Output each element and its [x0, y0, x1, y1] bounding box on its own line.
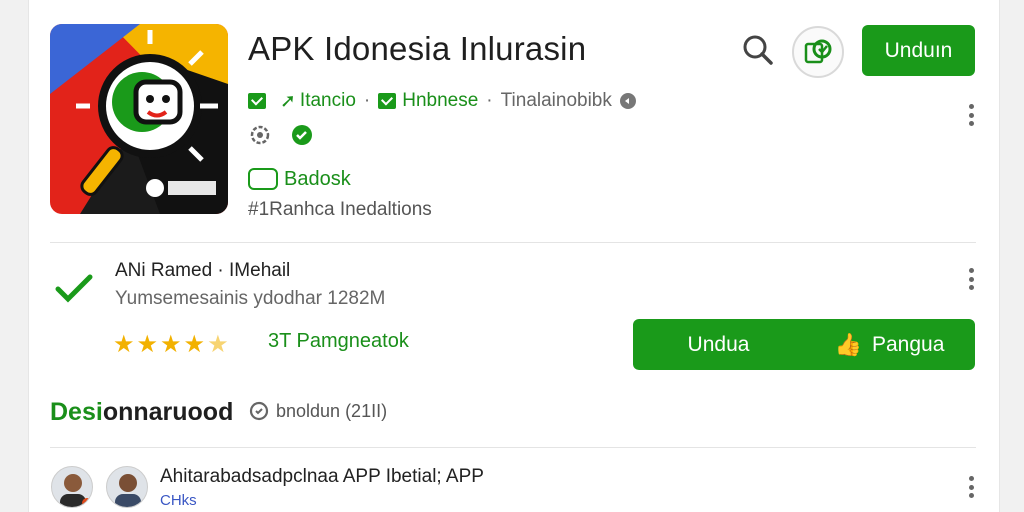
check-square-icon: [378, 93, 397, 109]
share-app-button[interactable]: 👍 Pangua: [804, 332, 975, 358]
install-button[interactable]: Unduın: [862, 25, 975, 76]
download-share-bar: Undua 👍 Pangua: [633, 319, 975, 370]
version-more-icon[interactable]: [961, 264, 981, 294]
news-title[interactable]: Ahitarabadsadpclnaa APP Ibetial; APP: [160, 466, 484, 488]
gear-icon[interactable]: [248, 123, 272, 147]
safe-check-icon: [292, 125, 312, 145]
news-more-icon[interactable]: [961, 472, 981, 502]
star-icon: ★: [160, 331, 182, 358]
avatar[interactable]: [51, 466, 93, 508]
share-button[interactable]: [792, 26, 844, 78]
app-meta-row: ➚ Itancio · Hnbnese · Tinalainobibk: [248, 88, 638, 114]
search-icon: [743, 35, 773, 65]
news-subtitle: CHks: [160, 492, 197, 509]
more-options-icon[interactable]: [961, 100, 981, 130]
share-app-label: Pangua: [872, 332, 945, 356]
rating-stars: ★ ★ ★ ★ ★: [113, 330, 229, 359]
app-title: APK Idonesia Inlurasin: [248, 30, 587, 67]
version-subtitle: Yumsemesainis ydodhar 1282M: [115, 288, 386, 309]
info-icon[interactable]: [618, 91, 638, 111]
rating-label[interactable]: 3T Pamgneatok: [268, 330, 409, 353]
download-button[interactable]: Undua: [633, 333, 804, 357]
star-icon: ★: [136, 331, 159, 358]
verified-icon: [248, 93, 266, 109]
app-status-icons: [248, 122, 314, 148]
comment-icon: [249, 401, 269, 421]
star-icon: ★: [183, 331, 206, 358]
installed-check-icon: [55, 274, 93, 303]
star-icon: ★: [113, 331, 135, 358]
section-heading-green: Desi: [50, 398, 103, 426]
separator: ·: [363, 90, 371, 111]
section-heading-dark: onnaruood: [102, 398, 234, 426]
share-icon: [804, 39, 832, 64]
badge-label: Badosk: [284, 167, 351, 190]
arrows-icon: ➚: [280, 90, 296, 112]
divider: [50, 447, 976, 448]
divider: [50, 242, 976, 243]
thumbs-up-icon: 👍: [834, 331, 862, 357]
search-button[interactable]: [738, 30, 778, 70]
section-heading: Desionnaruood: [50, 398, 233, 427]
discussion-meta-label: bnoldun (21II): [276, 400, 388, 421]
half-star-icon: ★: [207, 331, 229, 358]
app-tagline: #1Ranhca Inedaltions: [248, 199, 432, 220]
meta-tag-2[interactable]: Hnbnese: [402, 90, 478, 112]
meta-tag-1[interactable]: Itancio: [300, 90, 356, 112]
developer-name[interactable]: Tinalainobibk: [501, 90, 612, 112]
version-title: ANi Ramed · IMehail: [115, 260, 291, 281]
separator: ·: [486, 90, 493, 111]
app-icon[interactable]: [50, 24, 228, 214]
app-badge[interactable]: Badosk: [248, 166, 351, 192]
chat-icon: [248, 168, 278, 190]
discussion-meta[interactable]: bnoldun (21II): [248, 400, 387, 422]
avatar[interactable]: [106, 466, 148, 508]
